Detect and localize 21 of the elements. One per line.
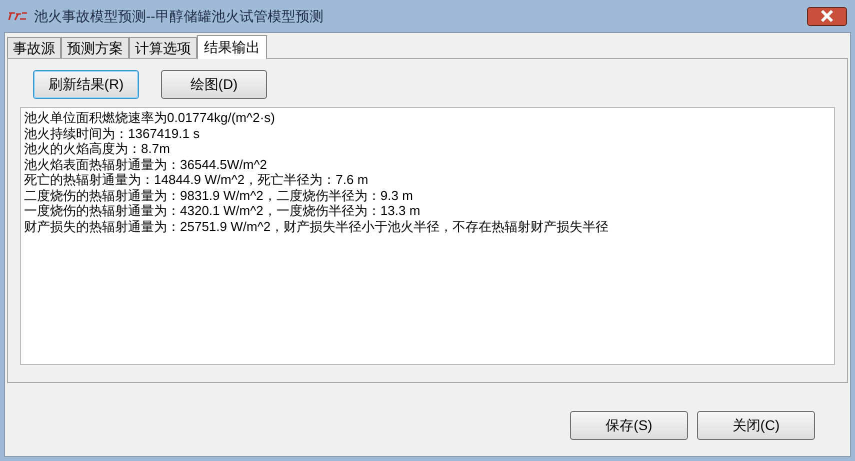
result-line: 池火焰表面热辐射通量为：36544.5W/m^2 — [24, 156, 268, 172]
results-text-area[interactable] — [20, 107, 835, 365]
close-icon — [820, 10, 834, 22]
result-line: 池火的火焰高度为：8.7m — [24, 141, 171, 156]
result-line: 二度烧伤的热辐射通量为：9831.9 W/m^2，二度烧伤半径为：9.3 m — [24, 188, 414, 203]
footer-button[interactable]: 关闭(C) — [697, 411, 815, 440]
toolbar-button[interactable]: 绘图(D) — [161, 70, 267, 99]
toolbar-button[interactable]: 刷新结果(R) — [33, 70, 139, 99]
app-logo-icon — [8, 11, 28, 21]
result-line: 财产损失的热辐射通量为：25751.9 W/m^2，财产损失半径小于池火半径，不存在热辐射财产损失半径 — [24, 218, 610, 234]
result-line: 池火单位面积燃烧速率为0.01774kg/(m^2·s) — [24, 110, 276, 126]
window-title: 池火事故模型预测--甲醇储罐池火试管模型预测 — [34, 6, 324, 26]
result-line: 死亡的热辐射通量为：14844.9 W/m^2，死亡半径为：7.6 m — [24, 172, 370, 188]
close-button[interactable] — [807, 6, 847, 26]
tab[interactable]: 事故源 — [7, 37, 61, 58]
tab[interactable]: 计算选项 — [129, 37, 197, 58]
result-line: 池火持续时间为：1367419.1 s — [24, 126, 201, 141]
tab[interactable]: 结果输出 — [197, 35, 267, 59]
tab[interactable]: 预测方案 — [61, 37, 129, 58]
result-line: 一度烧伤的热辐射通量为：4320.1 W/m^2，一度烧伤半径为：13.3 m — [24, 203, 422, 218]
footer-button[interactable]: 保存(S) — [570, 411, 688, 440]
